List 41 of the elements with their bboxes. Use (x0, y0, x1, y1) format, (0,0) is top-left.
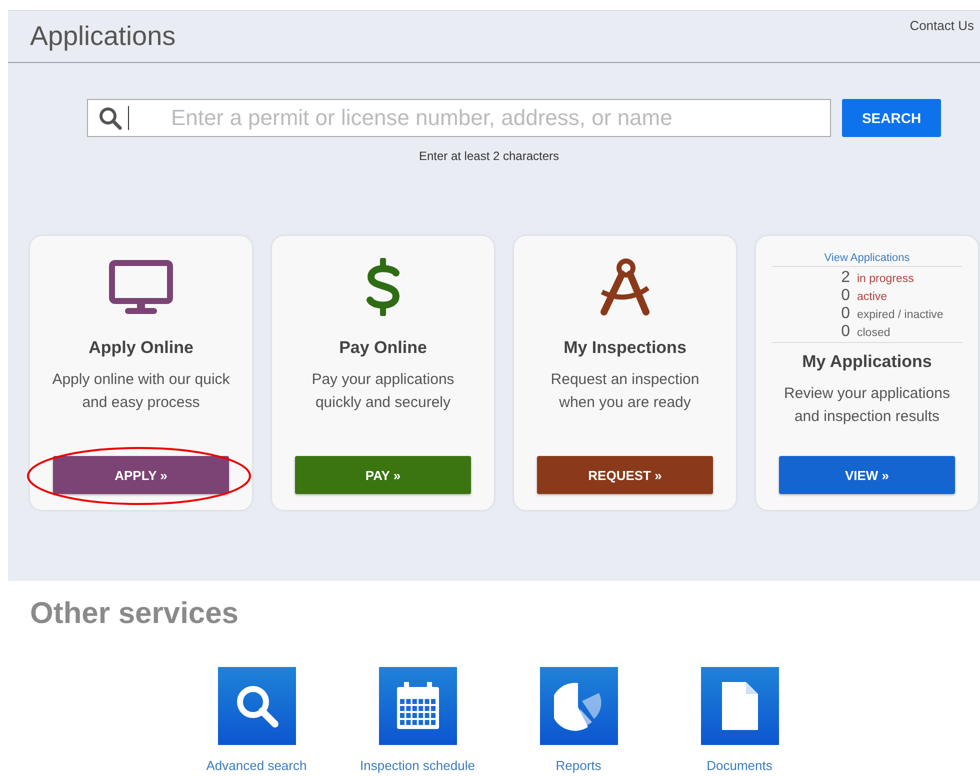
status-label: active (857, 291, 888, 303)
card-button[interactable]: APPLY » (53, 456, 229, 494)
card-description: Apply online with our quick and easy process (52, 370, 230, 413)
service-tile[interactable] (218, 667, 296, 745)
search-icon (98, 106, 122, 130)
service-link[interactable]: Advanced search (206, 758, 307, 773)
card-title: Apply Online (88, 338, 194, 358)
section-title: Other services (30, 597, 240, 631)
search-field[interactable]: Enter a permit or license number, address, or name (87, 99, 831, 137)
card-button[interactable]: PAY » (295, 456, 471, 494)
card-title: My Applications (802, 352, 932, 372)
status-count: 2 (840, 269, 850, 287)
card-description: Pay your applications quickly and securely (310, 370, 456, 413)
card-title: Pay Online (339, 338, 427, 358)
status-label: closed (857, 327, 890, 339)
dollar-icon (365, 258, 401, 316)
monitor-icon (109, 260, 173, 316)
card-description: Request an inspection when you are ready (550, 370, 700, 413)
page-title: Applications (30, 21, 176, 52)
service-tile[interactable] (540, 667, 618, 745)
status-count: 0 (840, 305, 850, 323)
card-button[interactable]: REQUEST » (537, 456, 713, 494)
service-link[interactable]: Documents (706, 758, 772, 773)
card-button[interactable]: VIEW » (779, 456, 955, 494)
service-link[interactable]: Reports (556, 758, 602, 773)
service-link[interactable]: Inspection schedule (360, 758, 475, 773)
status-count: 0 (840, 287, 850, 305)
search-hint: Enter at least 2 characters (418, 149, 560, 163)
card-description: Review your applications and inspection results (783, 384, 951, 427)
status-label: expired / inactive (857, 309, 944, 321)
status-count: 0 (840, 323, 850, 341)
status-label: in progress (857, 273, 914, 285)
calendar-icon (394, 681, 440, 731)
pie-chart-icon (554, 681, 604, 731)
document-icon (722, 682, 758, 730)
service-tile[interactable] (700, 667, 778, 745)
card-title: My Inspections (564, 338, 686, 358)
view-applications-link[interactable]: View Applications (824, 252, 910, 264)
service-tile[interactable] (378, 667, 456, 745)
search-button[interactable]: SEARCH (842, 99, 941, 137)
contact-link[interactable]: Contact Us (910, 18, 974, 33)
